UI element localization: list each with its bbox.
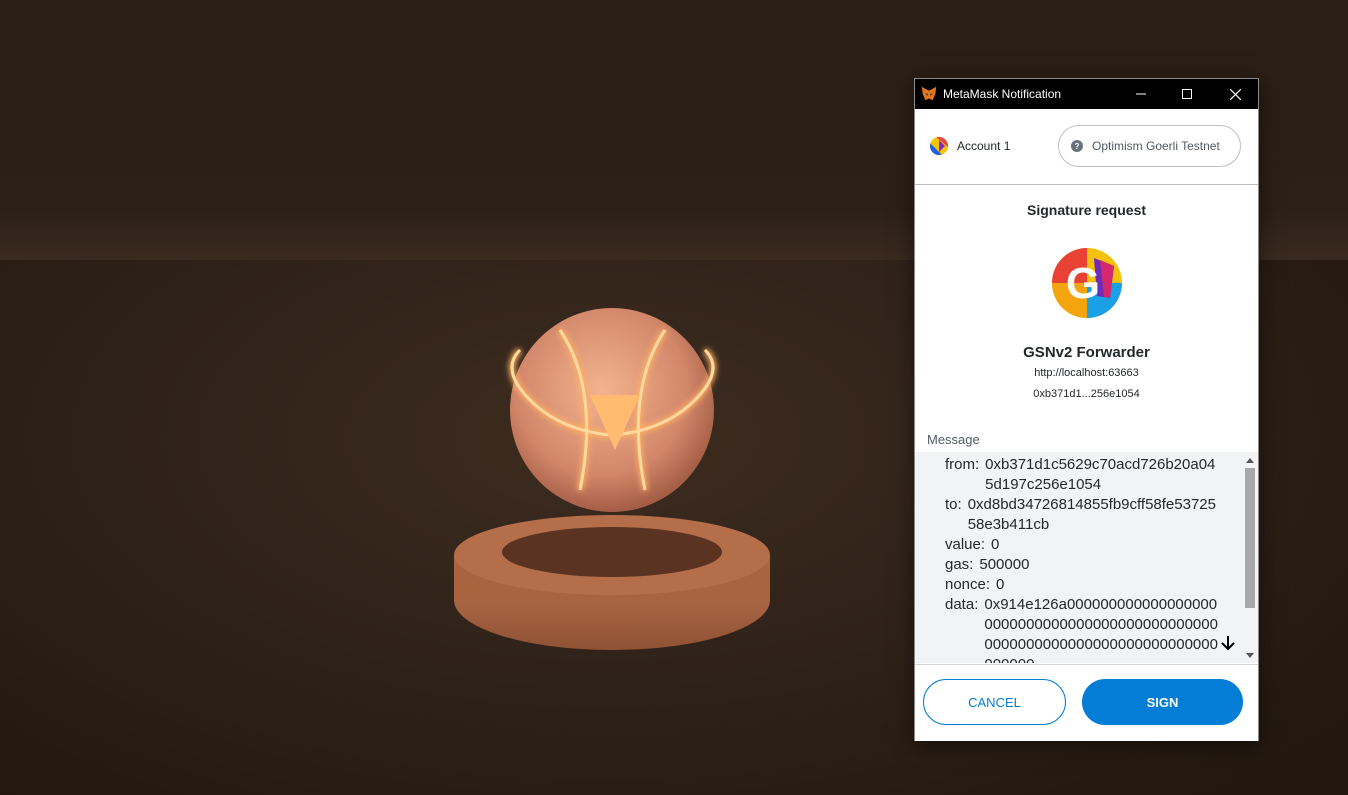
metamask-fox-icon xyxy=(921,86,937,101)
field-key: data: xyxy=(945,596,979,613)
question-icon: ? xyxy=(1071,140,1083,152)
arrow-down-icon xyxy=(1221,636,1235,651)
message-field-to: to: 0xd8bd34726814855fb9cff58fe5372558e3… xyxy=(945,495,1233,535)
network-name: Optimism Goerli Testnet xyxy=(1092,139,1220,153)
account-header: Account 1 ? Optimism Goerli Testnet xyxy=(915,109,1258,185)
site-logo: G xyxy=(1052,248,1122,318)
field-key: gas: xyxy=(945,556,974,573)
message-content: from: 0xb371d1c5629c70acd726b20a045d197c… xyxy=(945,455,1233,663)
minimize-button[interactable] xyxy=(1118,79,1164,109)
message-field-from: from: 0xb371d1c5629c70acd726b20a045d197c… xyxy=(945,455,1233,495)
field-value: 0 xyxy=(996,576,1005,593)
field-value: 500000 xyxy=(979,556,1030,573)
close-icon xyxy=(1229,88,1241,100)
message-panel[interactable]: from: 0xb371d1c5629c70acd726b20a045d197c… xyxy=(915,452,1258,663)
scroll-up-icon[interactable] xyxy=(1246,458,1254,463)
scroll-thumb[interactable] xyxy=(1245,468,1255,608)
field-value: 0x914e126a000000000000000000000000000000… xyxy=(984,596,1218,663)
field-value: 0xb371d1c5629c70acd726b20a045d197c256e10… xyxy=(985,456,1216,493)
maximize-button[interactable] xyxy=(1164,79,1210,109)
field-key: from: xyxy=(945,456,980,473)
message-label: Message xyxy=(927,432,980,447)
site-origin: http://localhost:63663 xyxy=(1034,367,1139,379)
field-value: 0 xyxy=(991,536,1000,553)
minimize-icon xyxy=(1136,93,1146,95)
field-value: 0xd8bd34726814855fb9cff58fe5372558e3b411… xyxy=(967,496,1216,533)
field-key: value: xyxy=(945,536,986,553)
message-scrollbar[interactable] xyxy=(1243,452,1256,663)
close-button[interactable] xyxy=(1212,79,1258,109)
network-selector[interactable]: ? Optimism Goerli Testnet xyxy=(1058,125,1241,167)
cancel-button[interactable]: CANCEL xyxy=(923,679,1066,725)
window-title: MetaMask Notification xyxy=(943,87,1062,101)
message-field-value: value: 0 xyxy=(945,535,1233,555)
scroll-down-icon[interactable] xyxy=(1246,653,1254,658)
message-field-data: data: 0x914e126a000000000000000000000000… xyxy=(945,595,1233,663)
action-footer: CANCEL SIGN xyxy=(915,664,1258,741)
field-key: to: xyxy=(945,496,962,513)
account-name[interactable]: Account 1 xyxy=(957,139,1010,153)
field-key: nonce: xyxy=(945,576,991,593)
scroll-to-bottom-button[interactable] xyxy=(1218,633,1238,653)
site-name: GSNv2 Forwarder xyxy=(1023,344,1150,361)
account-jazzicon xyxy=(930,137,948,155)
signature-request-title: Signature request xyxy=(1026,202,1147,218)
contract-address: 0xb371d1...256e1054 xyxy=(1033,388,1140,400)
message-field-nonce: nonce: 0 xyxy=(945,575,1233,595)
title-bar: MetaMask Notification xyxy=(915,79,1258,109)
message-field-gas: gas: 500000 xyxy=(945,555,1233,575)
metamask-notification-window: MetaMask Notification Account 1 ? Optimi… xyxy=(914,78,1259,741)
maximize-icon xyxy=(1182,89,1192,99)
account-avatar[interactable] xyxy=(930,137,948,155)
sign-button[interactable]: SIGN xyxy=(1082,679,1243,725)
site-logo-letter: G xyxy=(1066,259,1100,308)
